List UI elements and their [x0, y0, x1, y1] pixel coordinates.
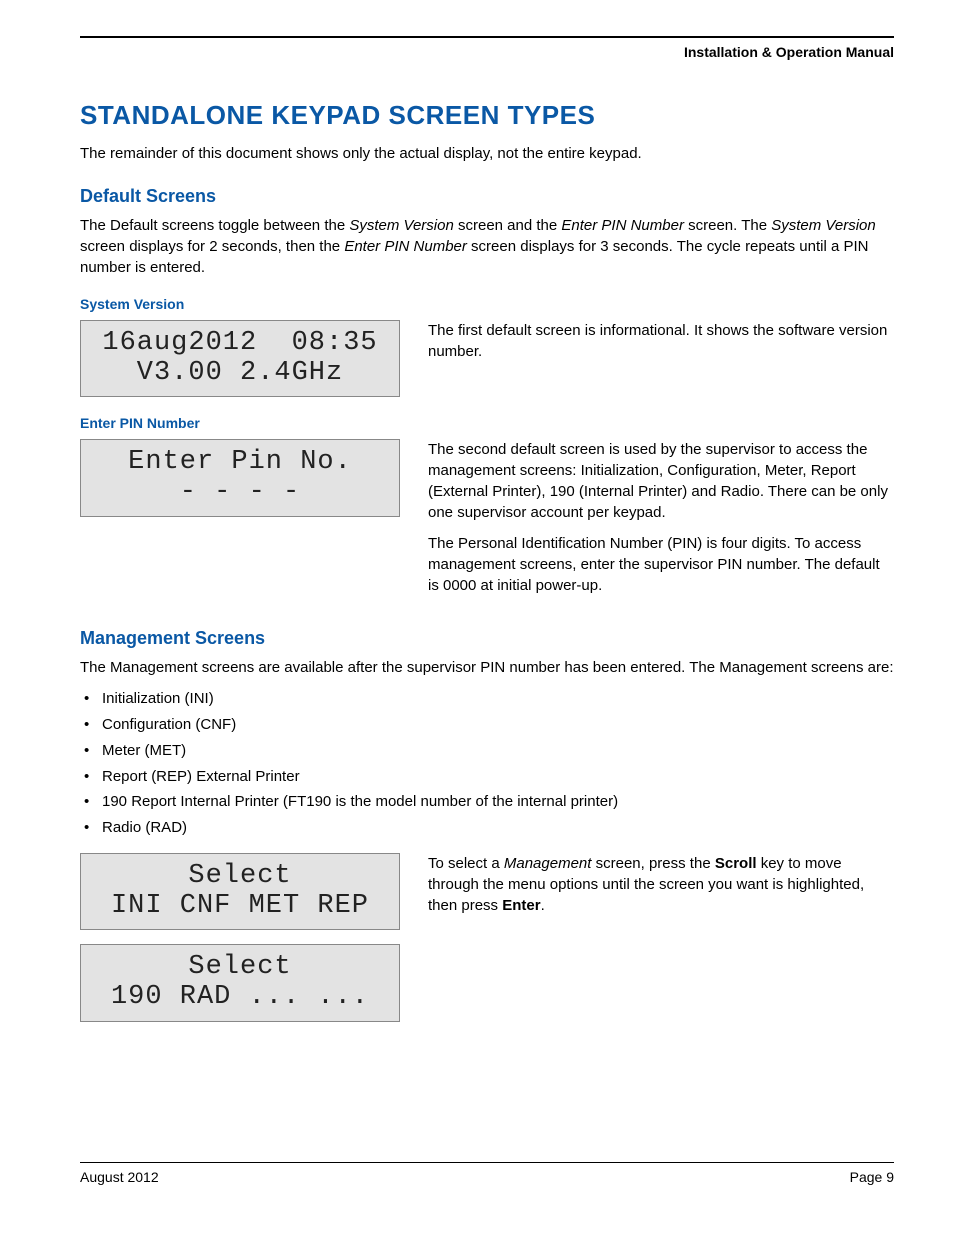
lcd-line: 16aug2012 08:35 — [102, 328, 377, 358]
list-item: 190 Report Internal Printer (FT190 is th… — [102, 791, 894, 813]
header-title: Installation & Operation Manual — [80, 44, 894, 60]
list-item: Radio (RAD) — [102, 817, 894, 839]
lcd-select-1: Select INI CNF MET REP — [80, 853, 400, 930]
system-version-desc: The first default screen is informationa… — [428, 320, 894, 362]
management-list: Initialization (INI) Configuration (CNF)… — [80, 688, 894, 839]
lcd-system-version: 16aug2012 08:35 V3.00 2.4GHz — [80, 320, 400, 397]
page-footer: August 2012 Page 9 — [80, 1162, 894, 1185]
lcd-line: Select — [188, 861, 291, 891]
lcd-line: 190 RAD ... ... — [111, 982, 369, 1012]
footer-page: Page 9 — [850, 1169, 894, 1185]
list-item: Configuration (CNF) — [102, 714, 894, 736]
management-screens-heading: Management Screens — [80, 628, 894, 649]
default-screens-heading: Default Screens — [80, 186, 894, 207]
intro-paragraph: The remainder of this document shows onl… — [80, 143, 894, 164]
list-item: Meter (MET) — [102, 740, 894, 762]
enter-pin-desc-2: The Personal Identification Number (PIN)… — [428, 533, 894, 596]
lcd-line: Enter Pin No. — [128, 447, 352, 477]
list-item: Initialization (INI) — [102, 688, 894, 710]
lcd-select-2: Select 190 RAD ... ... — [80, 944, 400, 1021]
header-rule — [80, 36, 894, 38]
management-intro: The Management screens are available aft… — [80, 657, 894, 678]
enter-pin-heading: Enter PIN Number — [80, 415, 894, 431]
default-screens-paragraph: The Default screens toggle between the S… — [80, 215, 894, 278]
list-item: Report (REP) External Printer — [102, 766, 894, 788]
management-select-desc: To select a Management screen, press the… — [428, 853, 894, 916]
lcd-line: Select — [188, 952, 291, 982]
lcd-line: V3.00 2.4GHz — [137, 358, 343, 388]
page-title: STANDALONE KEYPAD SCREEN TYPES — [80, 100, 894, 131]
system-version-heading: System Version — [80, 296, 894, 312]
lcd-enter-pin: Enter Pin No. - - - - — [80, 439, 400, 516]
enter-pin-desc-1: The second default screen is used by the… — [428, 439, 894, 523]
footer-date: August 2012 — [80, 1169, 159, 1185]
lcd-line: INI CNF MET REP — [111, 891, 369, 921]
lcd-line: - - - - — [180, 477, 300, 507]
